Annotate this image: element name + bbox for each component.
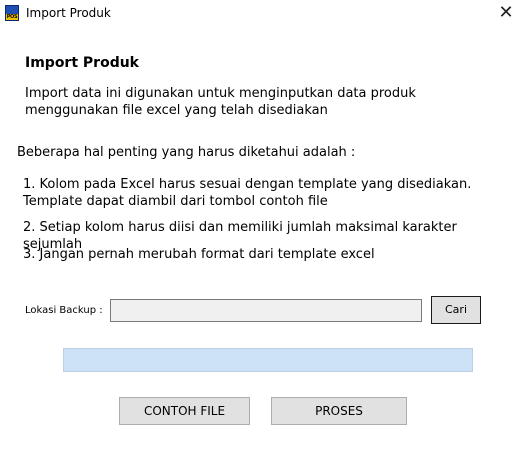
lokasi-backup-label: Lokasi Backup :: [25, 305, 103, 316]
page-title: Import Produk: [25, 55, 139, 71]
pos-app-icon: POS: [5, 5, 19, 21]
notes-intro: Beberapa hal penting yang harus diketahu…: [17, 145, 356, 160]
cari-button[interactable]: Cari: [431, 296, 481, 324]
note-item-1: 1. Kolom pada Excel harus sesuai dengan …: [23, 177, 472, 209]
page-description: Import data ini digunakan untuk menginpu…: [25, 86, 416, 118]
close-icon[interactable]: ✕: [486, 0, 526, 28]
proses-button[interactable]: PROSES: [271, 397, 407, 425]
window-title: Import Produk: [26, 6, 111, 20]
import-progress-bar: [63, 348, 473, 372]
contoh-file-button[interactable]: CONTOH FILE: [119, 397, 250, 425]
lokasi-backup-input[interactable]: [110, 299, 422, 322]
title-bar: POS Import Produk ✕: [0, 0, 526, 28]
app-icon-label: POS: [6, 14, 18, 20]
note-item-3: 3. Jangan pernah merubah format dari tem…: [23, 247, 375, 262]
